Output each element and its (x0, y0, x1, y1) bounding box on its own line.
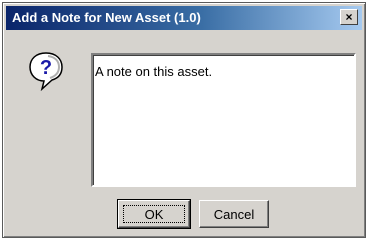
dialog-title: Add a Note for New Asset (1.0) (12, 10, 201, 25)
note-textarea[interactable]: A note on this asset. (91, 53, 356, 187)
ok-button[interactable]: OK (117, 199, 191, 229)
question-icon: ? (29, 52, 63, 91)
svg-text:?: ? (40, 57, 52, 79)
cancel-button-label: Cancel (213, 206, 255, 222)
title-bar[interactable]: Add a Note for New Asset (1.0) × (6, 6, 362, 30)
focus-rectangle (123, 205, 185, 223)
add-note-dialog: Add a Note for New Asset (1.0) × ? A not… (2, 2, 366, 238)
close-icon: × (345, 10, 353, 24)
cancel-button[interactable]: Cancel (199, 200, 269, 228)
close-button[interactable]: × (340, 9, 358, 25)
